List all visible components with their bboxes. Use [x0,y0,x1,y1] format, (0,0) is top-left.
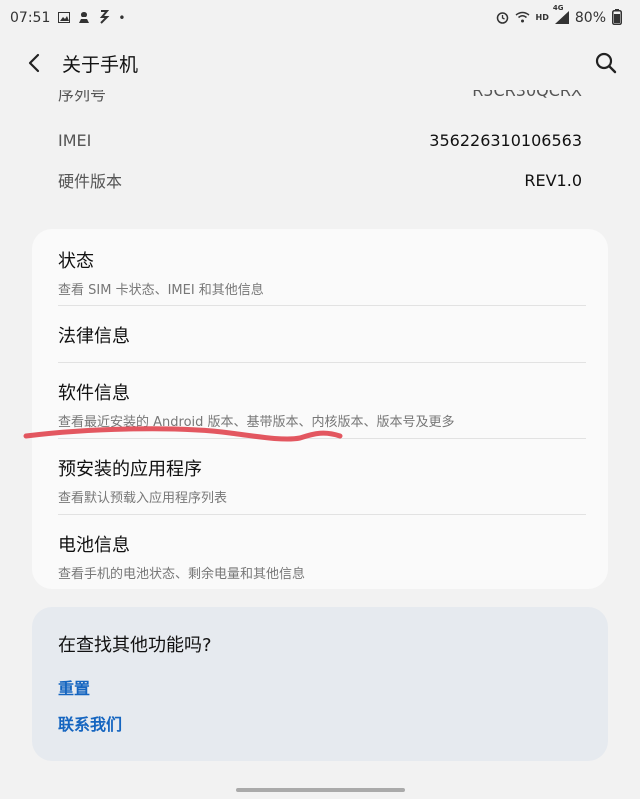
menu-item-subtitle: 查看 SIM 卡状态、IMEI 和其他信息 [58,283,264,298]
serial-number-label: 序列号 [58,90,107,104]
imei-row[interactable]: IMEI 356226310106563 [58,125,582,155]
menu-item-software-info[interactable]: 软件信息 查看最近安装的 Android 版本、基带版本、内核版本、版本号及更多 [58,379,586,430]
menu-item-preinstalled-apps[interactable]: 预安装的应用程序 查看默认预载入应用程序列表 [58,455,586,506]
status-right: HD 4G 80% [496,4,640,27]
cellular-signal-icon: 4G [553,4,569,26]
divider [58,438,586,439]
divider [58,514,586,515]
wifi-icon [515,11,530,25]
back-button[interactable] [14,43,54,83]
menu-item-subtitle: 查看最近安装的 Android 版本、基带版本、内核版本、版本号及更多 [58,415,455,430]
imei-value: 356226310106563 [429,130,582,150]
menu-item-subtitle: 查看手机的电池状态、剩余电量和其他信息 [58,567,306,582]
hd-voice-indicator: HD [535,13,549,22]
menu-item-title: 法律信息 [58,326,130,347]
contact-us-link[interactable]: 联系我们 [58,711,122,735]
page-title: 关于手机 [62,53,139,76]
menu-item-subtitle: 查看默认预载入应用程序列表 [58,491,228,506]
battery-percent: 80% [574,10,606,26]
menu-item-battery-info[interactable]: 电池信息 查看手机的电池状态、剩余电量和其他信息 [58,531,586,582]
app-header: 关于手机 [0,36,640,90]
battery-icon [612,9,622,27]
menu-item-title: 预安装的应用程序 [58,459,202,480]
status-bar: 07:51 • HD 4G 80% [0,0,640,36]
serial-number-value: R5CR30QCRX [472,90,582,100]
hardware-version-value: REV1.0 [524,170,582,190]
menu-item-title: 软件信息 [58,383,130,404]
more-notifications-dot: • [118,11,126,25]
divider [58,362,586,363]
alarm-icon [496,11,509,26]
search-button[interactable] [586,43,626,83]
app-notification-icon [78,11,90,26]
serial-number-row-partial: 序列号 R5CR30QCRX [0,90,640,108]
about-menu-card: 状态 查看 SIM 卡状态、IMEI 和其他信息 法律信息 软件信息 查看最近安… [32,229,608,589]
search-icon [595,52,617,74]
menu-item-status[interactable]: 状态 查看 SIM 卡状态、IMEI 和其他信息 [58,247,586,298]
network-type-label: 4G [552,3,564,12]
divider [58,305,586,306]
hardware-version-label: 硬件版本 [58,172,123,191]
status-left: 07:51 • [0,9,125,27]
suggestions-title: 在查找其他功能吗? [58,635,212,656]
menu-item-legal[interactable]: 法律信息 [58,322,586,348]
back-arrow-icon [28,53,40,73]
suggestions-card: 在查找其他功能吗? 重置 联系我们 [32,607,608,761]
gallery-notification-icon [58,11,71,25]
imei-label: IMEI [58,130,92,150]
reset-link[interactable]: 重置 [58,675,90,699]
status-time: 07:51 [10,10,51,26]
menu-item-title: 电池信息 [58,535,130,556]
gesture-navigation-bar[interactable] [236,788,405,792]
menu-item-title: 状态 [58,251,94,272]
accessibility-notification-icon [98,9,110,27]
hardware-version-row[interactable]: 硬件版本 REV1.0 [58,165,582,195]
